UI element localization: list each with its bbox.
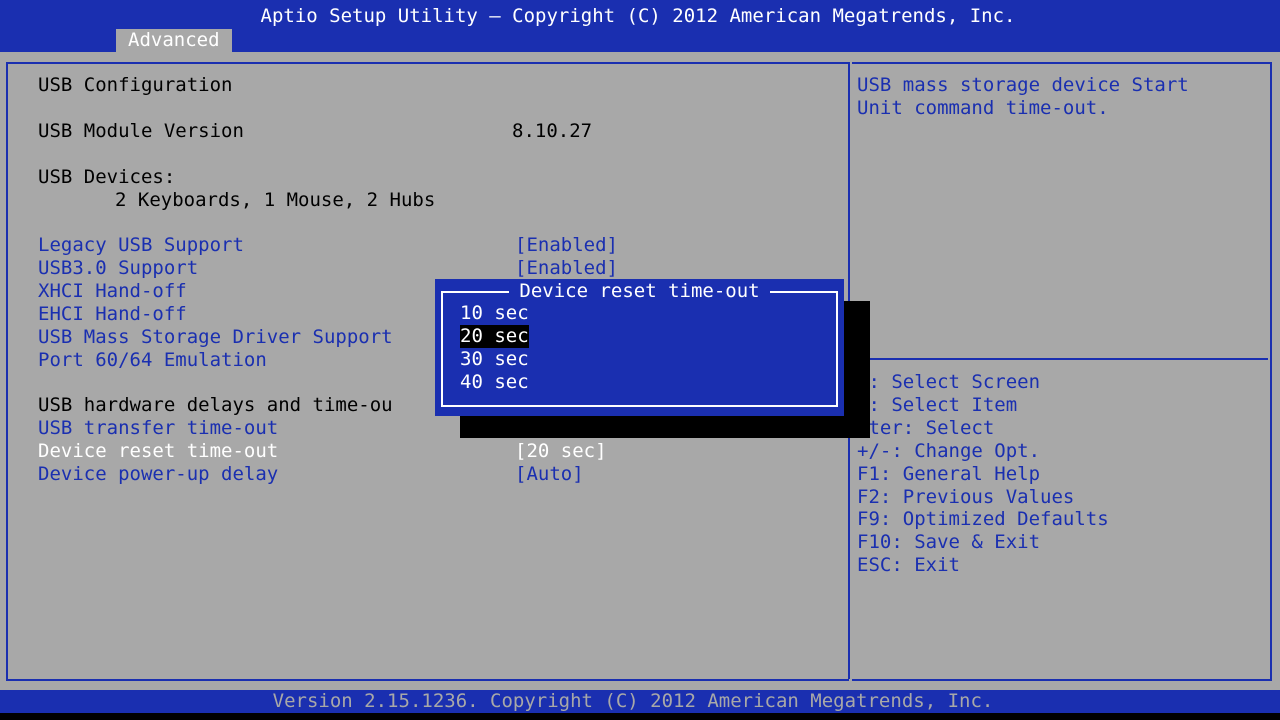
help-text-line-1: USB mass storage device Start bbox=[857, 74, 1189, 96]
dialog-option-40-sec[interactable]: 40 sec bbox=[460, 371, 529, 394]
app-title: Aptio Setup Utility – Copyright (C) 2012… bbox=[260, 5, 1016, 27]
setting-port-60-64-emulation[interactable]: Port 60/64 Emulation bbox=[38, 349, 267, 372]
setting-device-power-up-delay[interactable]: Device power-up delay bbox=[38, 463, 278, 486]
setting-device-reset-time-out-value[interactable]: [20 sec] bbox=[515, 440, 607, 463]
tab-advanced[interactable]: Advanced bbox=[116, 29, 232, 52]
dialog-option-30-sec[interactable]: 30 sec bbox=[460, 348, 529, 371]
dialog-option-10-sec[interactable]: 10 sec bbox=[460, 302, 529, 325]
setting-legacy-usb-support-value[interactable]: [Enabled] bbox=[515, 234, 618, 257]
key-hint-previous-values: F2: Previous Values bbox=[857, 486, 1075, 508]
usb-module-version-value: 8.10.27 bbox=[512, 120, 593, 142]
help-text-line-2: Unit command time-out. bbox=[857, 97, 1109, 119]
setting-device-reset-time-out[interactable]: Device reset time-out bbox=[38, 440, 278, 463]
header-bar: Aptio Setup Utility – Copyright (C) 2012… bbox=[0, 0, 1280, 52]
setting-usb3-support-value[interactable]: [Enabled] bbox=[515, 257, 618, 280]
bottom-edge bbox=[0, 713, 1280, 720]
section-title: USB Configuration bbox=[38, 74, 233, 96]
key-hint-save-exit: F10: Save & Exit bbox=[857, 531, 1041, 553]
usb-module-version-label: USB Module Version bbox=[38, 120, 244, 142]
dialog-title: Device reset time-out bbox=[509, 280, 770, 302]
help-panel-separator bbox=[852, 358, 1268, 360]
setting-xhci-hand-off[interactable]: XHCI Hand-off bbox=[38, 280, 187, 303]
usb-devices-label: USB Devices: bbox=[38, 166, 176, 188]
setting-ehci-hand-off[interactable]: EHCI Hand-off bbox=[38, 303, 187, 326]
delays-heading: USB hardware delays and time-ou bbox=[38, 394, 393, 416]
key-hint-general-help: F1: General Help bbox=[857, 463, 1041, 485]
bios-screen: Aptio Setup Utility – Copyright (C) 2012… bbox=[0, 0, 1280, 720]
key-hint-select-screen: ←: Select Screen bbox=[857, 371, 1041, 393]
dialog-option-20-sec[interactable]: 20 sec bbox=[460, 325, 529, 348]
setting-usb3-support[interactable]: USB3.0 Support bbox=[38, 257, 198, 280]
setting-device-power-up-delay-value[interactable]: [Auto] bbox=[515, 463, 584, 486]
key-hint-enter-select: nter: Select bbox=[857, 417, 995, 439]
key-hint-change-opt: +/-: Change Opt. bbox=[857, 440, 1041, 462]
setting-legacy-usb-support[interactable]: Legacy USB Support bbox=[38, 234, 244, 257]
footer-bar: Version 2.15.1236. Copyright (C) 2012 Am… bbox=[0, 690, 1280, 713]
key-hint-optimized-defaults: F9: Optimized Defaults bbox=[857, 508, 1109, 530]
key-hint-select-item: ↓: Select Item bbox=[857, 394, 1018, 416]
device-reset-timeout-dialog: Device reset time-out 10 sec 20 sec 30 s… bbox=[435, 279, 844, 416]
key-hint-esc-exit: ESC: Exit bbox=[857, 554, 960, 576]
usb-devices-value: 2 Keyboards, 1 Mouse, 2 Hubs bbox=[115, 189, 436, 211]
footer-version-text: Version 2.15.1236. Copyright (C) 2012 Am… bbox=[272, 690, 994, 712]
setting-usb-mass-storage-driver[interactable]: USB Mass Storage Driver Support bbox=[38, 326, 393, 349]
setting-usb-transfer-time-out[interactable]: USB transfer time-out bbox=[38, 417, 278, 440]
dialog-title-wrap: Device reset time-out bbox=[435, 280, 844, 303]
